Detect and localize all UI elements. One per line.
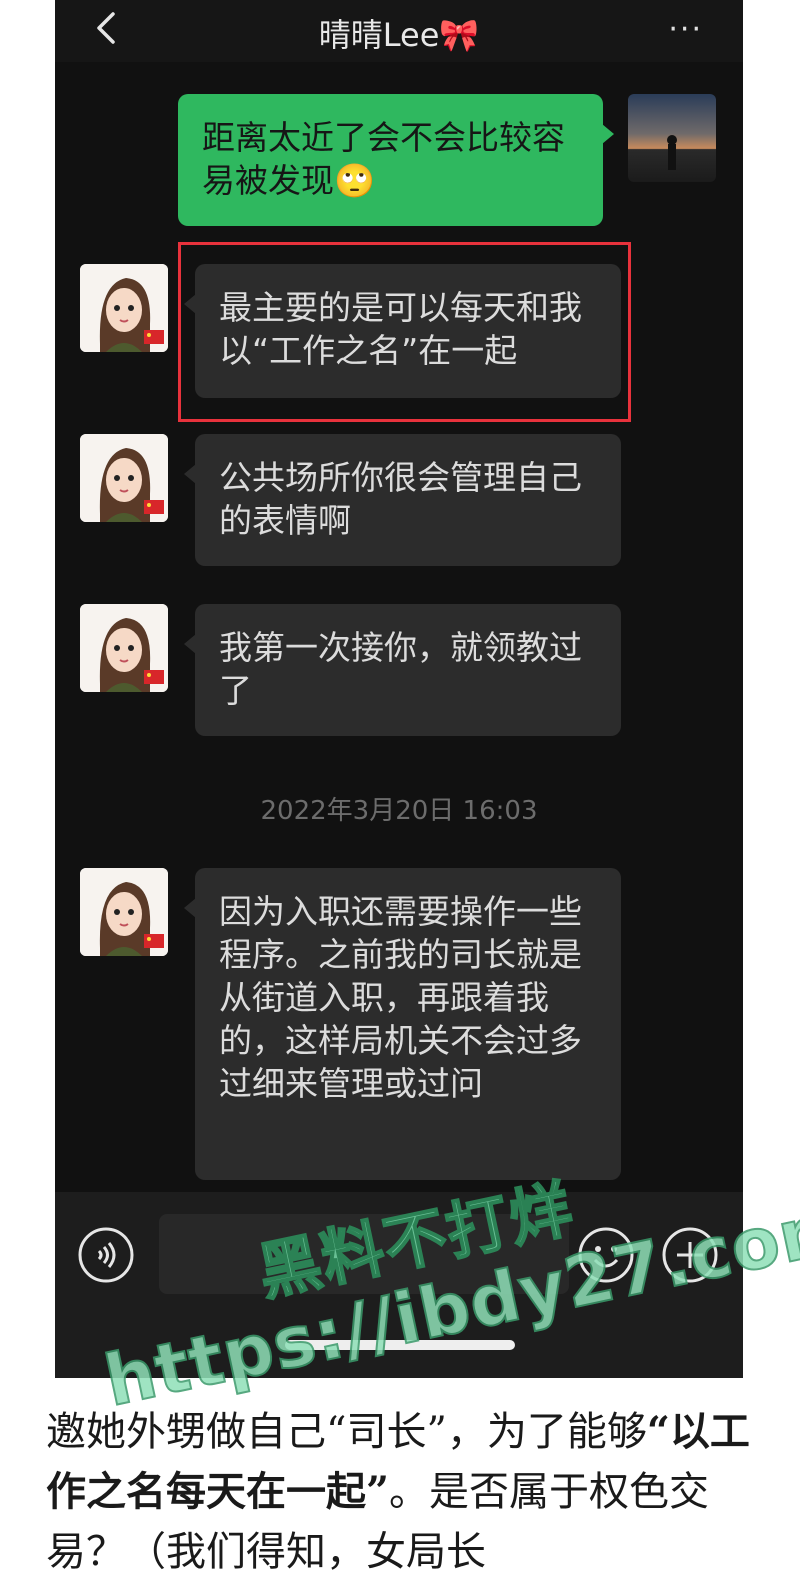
highlight-box	[178, 242, 631, 422]
message-bubble-self[interactable]: 距离太近了会不会比较容易被发现🙄	[178, 94, 614, 226]
silhouette-icon	[667, 135, 677, 170]
cartoon-girl-icon	[80, 264, 168, 352]
message-bubble-contact[interactable]: 因为入职还需要操作一些程序。之前我的司长就是从街道入职，再跟着我的，这样局机关不…	[184, 868, 621, 1180]
message-bubble-contact[interactable]: 公共场所你很会管理自己的表情啊	[184, 434, 621, 566]
message-timestamp: 2022年3月20日 16:03	[260, 796, 538, 826]
more-options-icon[interactable]: ···	[668, 12, 703, 47]
contact-avatar[interactable]	[80, 434, 168, 522]
chat-screen: 晴晴Lee🎀 ··· 距离太近了会不会比较容易被发现🙄 最主要的是可以每天和我以…	[55, 0, 743, 1378]
chat-title: 晴晴Lee🎀	[318, 16, 480, 54]
contact-avatar[interactable]	[80, 264, 168, 352]
message-bubble-contact[interactable]: 我第一次接你，就领教过了	[184, 604, 621, 736]
voice-icon[interactable]	[77, 1226, 135, 1284]
contact-avatar[interactable]	[80, 868, 168, 956]
contact-avatar[interactable]	[80, 604, 168, 692]
chat-header: 晴晴Lee🎀 ···	[55, 0, 743, 62]
self-avatar[interactable]	[628, 94, 716, 182]
article-text: 邀她外甥做自己“司长”，为了能够“以工作之名每天在一起”。是否属于权色交易？（我…	[46, 1402, 766, 1582]
cartoon-girl-icon	[80, 434, 168, 522]
cartoon-girl-icon	[80, 868, 168, 956]
cartoon-girl-icon	[80, 604, 168, 692]
article-part-1: 邀她外甥做自己“司长”，为了能够	[46, 1409, 647, 1455]
